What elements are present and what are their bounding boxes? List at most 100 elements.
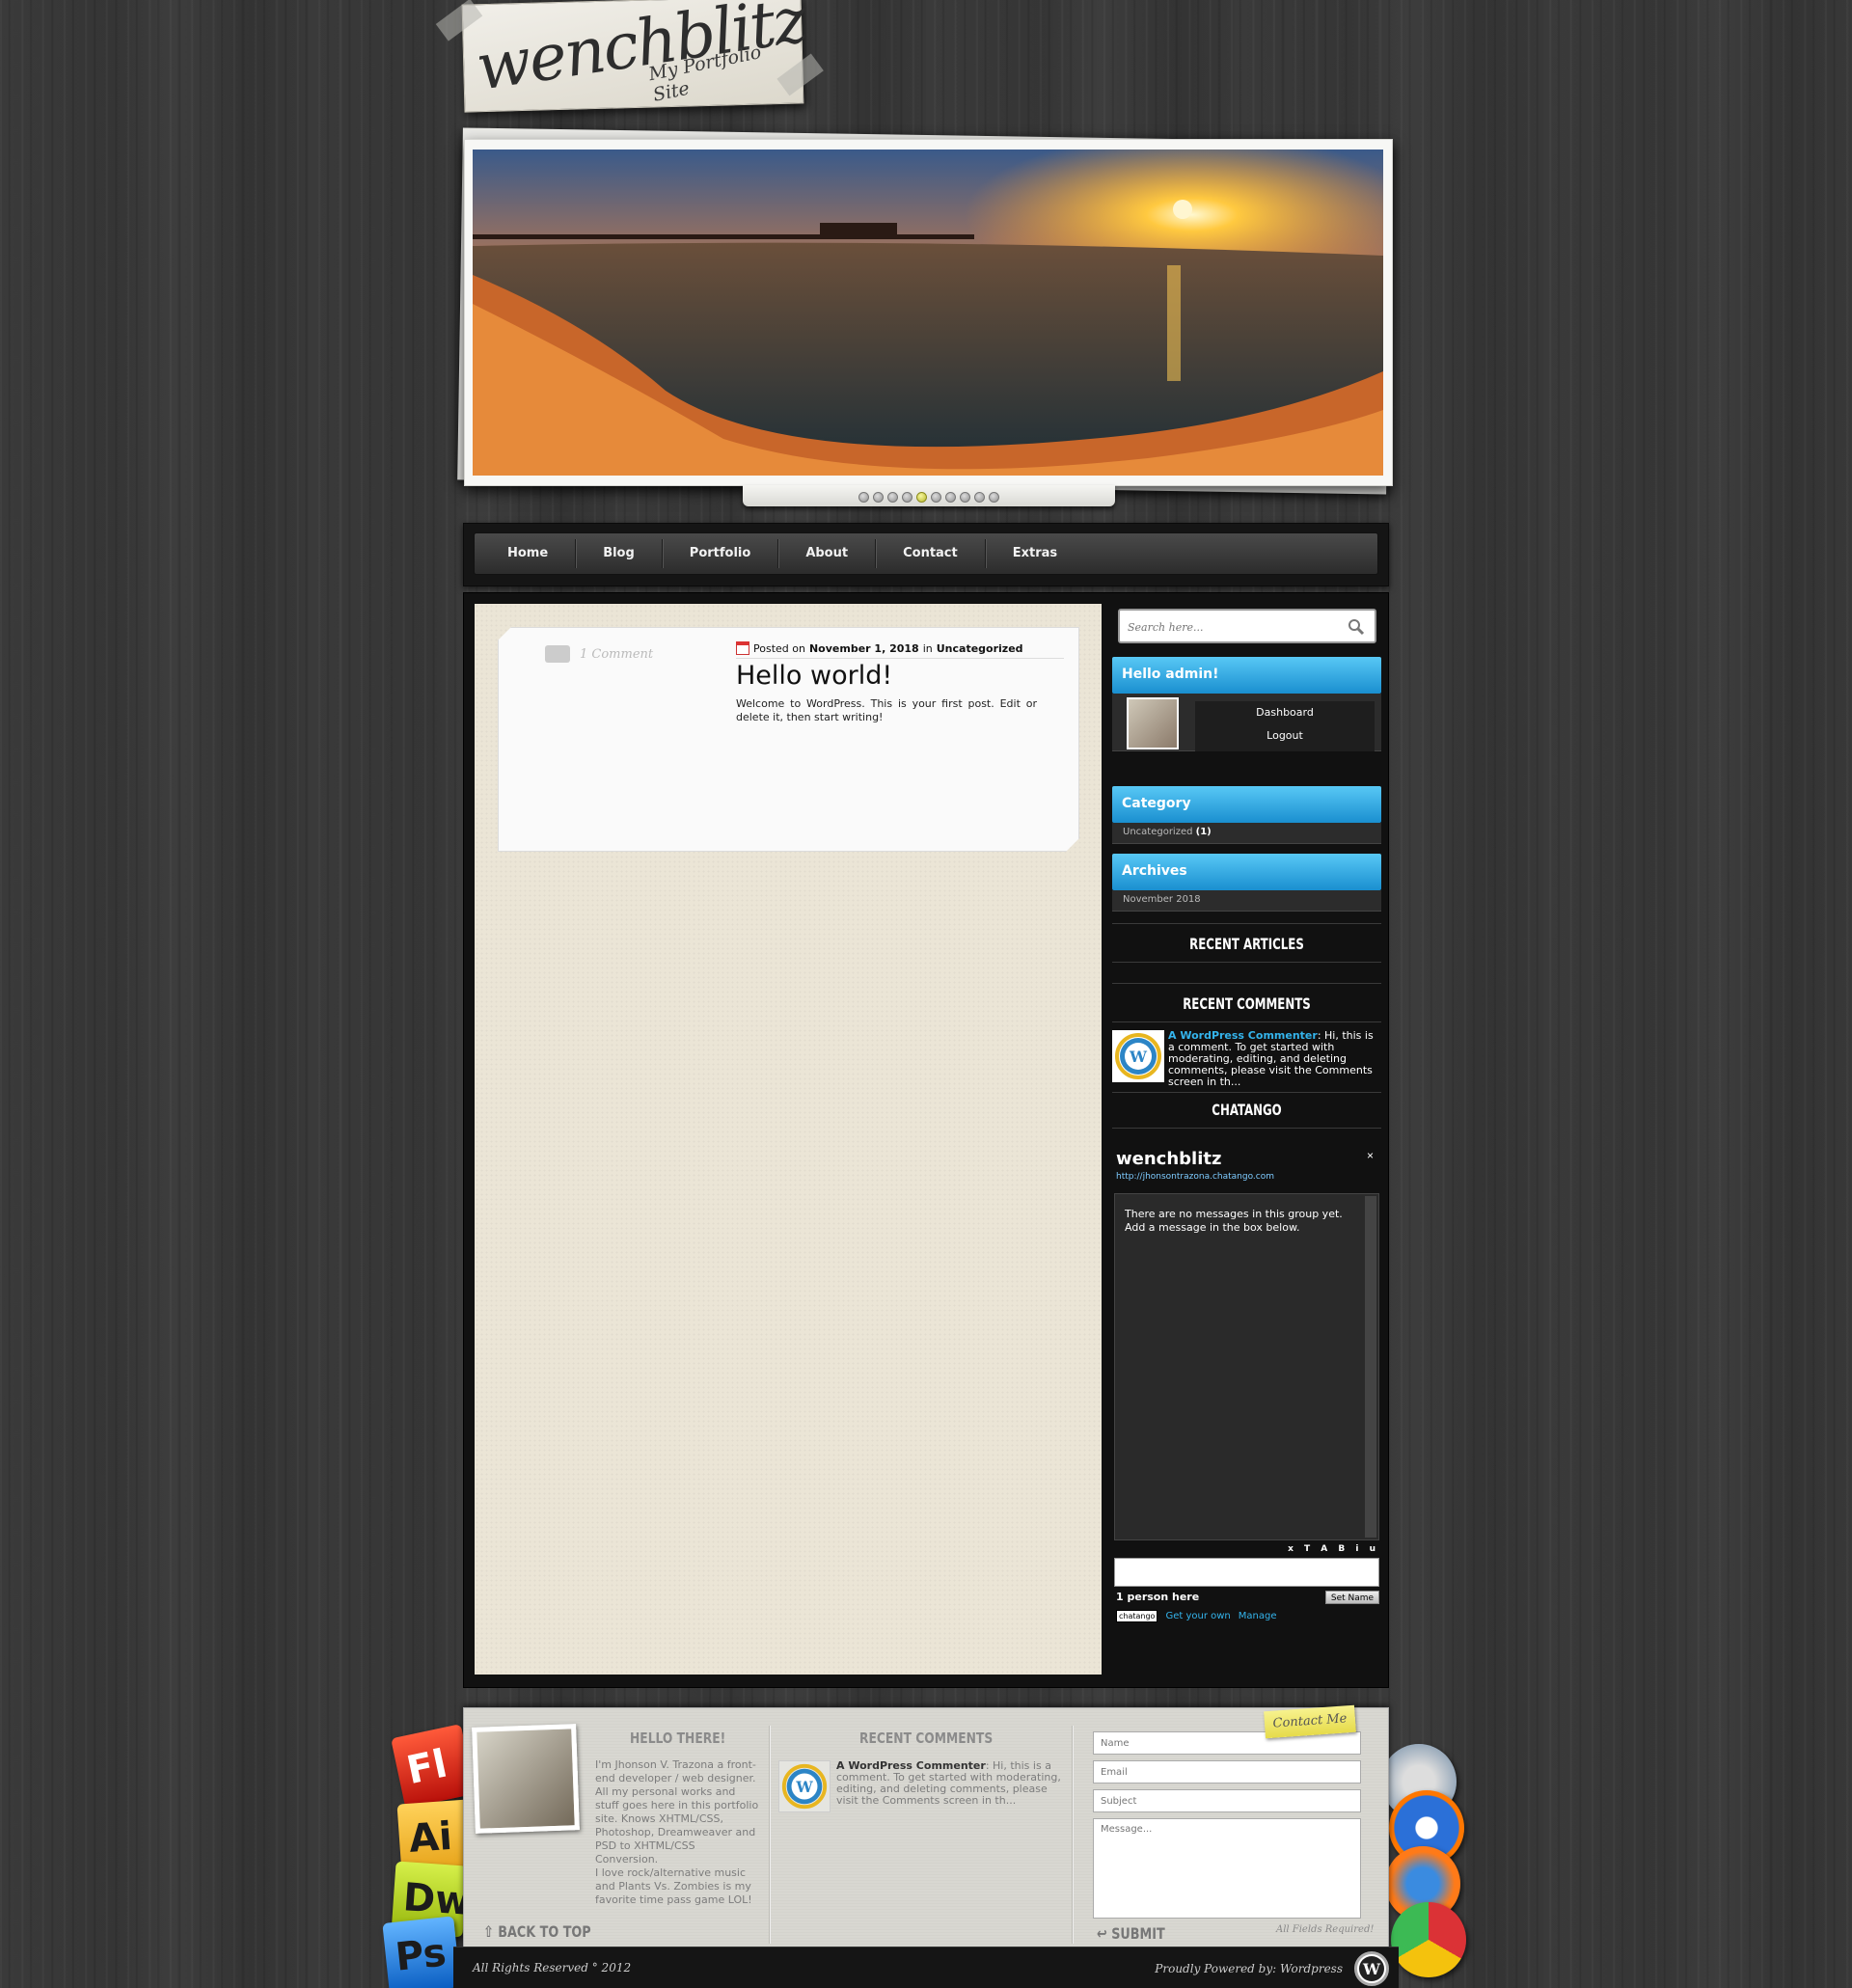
divider: [1112, 962, 1381, 963]
category-count: (1): [1195, 827, 1212, 837]
svg-text:W: W: [1362, 1960, 1381, 1978]
photoshop-app-icon: Ps: [382, 1916, 461, 1988]
chat-footer: chatango Get your own Manage: [1116, 1610, 1277, 1622]
nav-extras[interactable]: Extras: [986, 539, 1084, 568]
column-divider: [1072, 1726, 1073, 1944]
post-title[interactable]: Hello world!: [736, 661, 892, 691]
comment-count-link[interactable]: 1 Comment: [545, 645, 653, 663]
nav-about[interactable]: About: [778, 539, 877, 568]
slide-dot[interactable]: [931, 492, 941, 503]
wordpress-icon[interactable]: W: [1354, 1951, 1389, 1986]
wordpress-icon: W: [1115, 1033, 1161, 1079]
wordpress-logo-glyph: W: [1359, 1956, 1384, 1981]
slide-dot[interactable]: [887, 492, 898, 503]
chat-group-name: wenchblitz: [1116, 1149, 1222, 1169]
dashboard-link[interactable]: Dashboard: [1195, 701, 1375, 724]
post-meta: Posted on November 1, 2018 in Uncategori…: [736, 641, 1064, 659]
post-card: 1 Comment Posted on November 1, 2018 in …: [498, 627, 1079, 852]
chat-people-count: 1 person here: [1116, 1591, 1200, 1603]
comment-bubble-icon: [545, 645, 570, 663]
profile-menu: Dashboard Logout: [1195, 701, 1375, 751]
featured-slider[interactable]: [464, 139, 1393, 486]
column-divider: [769, 1726, 770, 1944]
contact-name-input[interactable]: [1093, 1731, 1361, 1755]
commenter-avatar: W: [1112, 1030, 1164, 1082]
author-bio-2: I love rock/alternative music and Plants…: [595, 1866, 752, 1906]
manage-link[interactable]: Manage: [1239, 1611, 1277, 1621]
set-name-button[interactable]: Set Name: [1325, 1591, 1379, 1604]
post-category-link[interactable]: Uncategorized: [937, 642, 1023, 655]
chat-messages-box: There are no messages in this group yet.…: [1114, 1193, 1379, 1540]
author-photo: [472, 1724, 580, 1834]
search-input[interactable]: [1128, 617, 1330, 637]
post-excerpt: Welcome to WordPress. This is your first…: [736, 697, 1037, 723]
copyright: All Rights Reserved ° 2012: [473, 1961, 632, 1974]
chat-scrollbar[interactable]: [1365, 1196, 1376, 1538]
nav-blog[interactable]: Blog: [576, 539, 663, 568]
calendar-icon: [736, 641, 749, 655]
slide-dot[interactable]: [902, 492, 912, 503]
recent-articles-title: RECENT ARTICLES: [1189, 935, 1304, 953]
footer-recent-comment: A WordPress Commenter: Hi, this is a com…: [836, 1760, 1064, 1807]
contact-subject-input[interactable]: [1093, 1789, 1361, 1812]
slide-dot-active[interactable]: [916, 492, 927, 503]
back-to-top-link[interactable]: ⇧ BACK TO TOP: [483, 1922, 591, 1941]
avatar: [1127, 697, 1179, 749]
search-box: [1118, 609, 1376, 643]
main-frame: 1 Comment Posted on November 1, 2018 in …: [463, 592, 1389, 1688]
chat-format-toolbar[interactable]: x T A B i u: [1288, 1544, 1379, 1554]
back-to-top-label: BACK TO TOP: [498, 1922, 591, 1941]
slide-dot[interactable]: [974, 492, 985, 503]
category-widget-body: Uncategorized (1): [1112, 823, 1381, 844]
svg-text:W: W: [795, 1779, 813, 1796]
contact-email-input[interactable]: [1093, 1760, 1361, 1784]
divider: [1112, 923, 1381, 924]
nav-home[interactable]: Home: [480, 539, 577, 568]
slide-image[interactable]: [473, 150, 1383, 476]
nav-contact[interactable]: Contact: [876, 539, 986, 568]
commenter-avatar: W: [778, 1760, 831, 1812]
chatango-widget: wenchblitz http://jhonsontrazona.chatang…: [1112, 1145, 1381, 1627]
chatango-logo[interactable]: chatango: [1116, 1610, 1158, 1622]
powered-by: Proudly Powered by: Wordpress: [1155, 1962, 1343, 1975]
site-logo[interactable]: wenchblitz My Portfolio Site: [435, 0, 824, 113]
chatango-title: CHATANGO: [1212, 1101, 1282, 1119]
wordpress-icon: W: [781, 1763, 828, 1810]
sunset-beach-image: [473, 150, 1383, 476]
chat-url-link[interactable]: http://jhonsontrazona.chatango.com: [1116, 1172, 1274, 1182]
comment-count-label: 1 Comment: [580, 646, 654, 662]
slide-dot[interactable]: [858, 492, 869, 503]
recent-comment: A WordPress Commenter: Hi, this is a com…: [1168, 1030, 1380, 1088]
divider: [1112, 1128, 1381, 1129]
divider: [1112, 1021, 1381, 1022]
contact-message-input[interactable]: [1093, 1818, 1361, 1919]
hello-widget-title: Hello admin!: [1112, 657, 1381, 694]
archive-link[interactable]: November 2018: [1112, 890, 1381, 910]
divider: [1112, 983, 1381, 984]
chat-empty-message: There are no messages in this group yet.…: [1125, 1208, 1343, 1234]
slide-dot[interactable]: [960, 492, 970, 503]
get-your-own-link[interactable]: Get your own: [1165, 1611, 1230, 1621]
slide-dot[interactable]: [945, 492, 956, 503]
search-icon[interactable]: [1348, 618, 1365, 636]
required-note: All Fields Required!: [1276, 1924, 1375, 1935]
nav-portfolio[interactable]: Portfolio: [663, 539, 779, 568]
svg-text:W: W: [1129, 1048, 1148, 1066]
recent-comments-title: RECENT COMMENTS: [1183, 994, 1311, 1013]
category-widget-title: Category: [1112, 786, 1381, 823]
submit-button[interactable]: ↩ SUBMIT: [1097, 1924, 1165, 1943]
submit-label: SUBMIT: [1111, 1924, 1165, 1943]
slide-dot[interactable]: [989, 492, 999, 503]
close-icon[interactable]: ×: [1367, 1149, 1374, 1162]
main-navigation: Home Blog Portfolio About Contact Extras: [474, 532, 1378, 575]
chat-message-input[interactable]: [1114, 1558, 1379, 1587]
archives-widget-body: November 2018: [1112, 890, 1381, 912]
footer-bar: All Rights Reserved ° 2012 Proudly Power…: [453, 1947, 1399, 1988]
slide-dot[interactable]: [873, 492, 884, 503]
author-bio: I'm Jhonson V. Trazona a front-end devel…: [595, 1758, 759, 1865]
footer-recent-comments-title: RECENT COMMENTS: [859, 1729, 994, 1747]
category-link[interactable]: Uncategorized: [1123, 827, 1192, 837]
posted-on-label: Posted on: [753, 641, 805, 655]
page: { "logo": {"title": "wenchblitz", "subti…: [0, 0, 1852, 1988]
logout-link[interactable]: Logout: [1195, 724, 1375, 748]
